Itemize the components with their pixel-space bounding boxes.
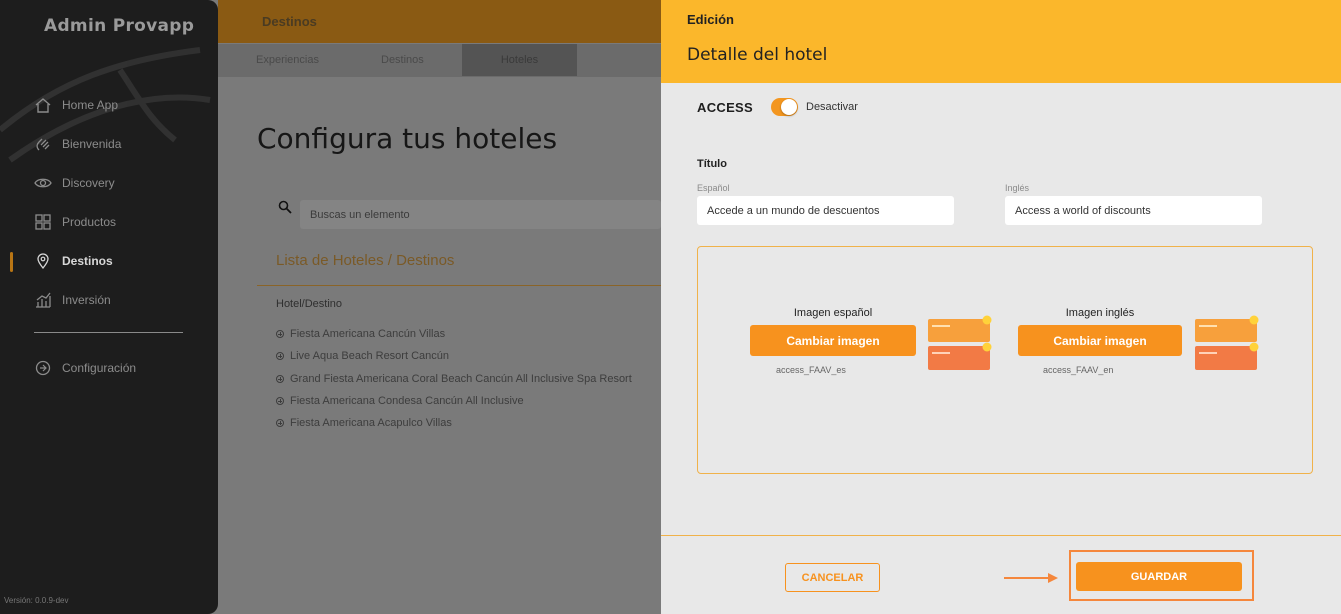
sidebar-item-label: Productos bbox=[62, 215, 117, 229]
expand-icon bbox=[276, 419, 284, 427]
hotel-name: Fiesta Americana Cancún Villas bbox=[290, 328, 446, 340]
sidebar-item-bienvenida[interactable]: Bienvenida bbox=[34, 133, 121, 155]
version-text: Versión: 0.0.9-dev bbox=[4, 596, 69, 605]
hotel-name: Fiesta Americana Condesa Cancún All Incl… bbox=[290, 395, 524, 407]
active-indicator bbox=[10, 252, 13, 272]
column-header: Hotel/Destino bbox=[276, 298, 343, 310]
page-title: Configura tus hoteles bbox=[257, 122, 558, 155]
english-label: Inglés bbox=[1005, 183, 1030, 193]
image-es-title: Imagen español bbox=[793, 307, 873, 319]
section-title: Destinos bbox=[262, 14, 317, 29]
hotel-name: Live Aqua Beach Resort Cancún bbox=[290, 350, 449, 362]
sidebar-item-discovery[interactable]: Discovery bbox=[34, 172, 115, 194]
list-item[interactable]: Fiesta Americana Acapulco Villas bbox=[276, 417, 452, 429]
search-icon bbox=[278, 200, 292, 214]
tab-experiencias[interactable]: Experiencias bbox=[256, 44, 319, 76]
tab-destinos[interactable]: Destinos bbox=[381, 44, 424, 76]
map-pin-icon bbox=[34, 252, 52, 270]
sidebar-item-inversion[interactable]: Inversión bbox=[34, 289, 111, 311]
panel-title: Detalle del hotel bbox=[687, 45, 828, 65]
search-input[interactable]: Buscas un elemento bbox=[300, 200, 661, 229]
access-toggle[interactable] bbox=[771, 98, 798, 116]
arrow-right-icon bbox=[1004, 573, 1058, 583]
spanish-label: Español bbox=[697, 183, 730, 193]
expand-icon bbox=[276, 330, 284, 338]
panel-header: Edición Detalle del hotel bbox=[661, 0, 1341, 83]
sidebar-item-label: Inversión bbox=[62, 293, 111, 307]
edit-panel: Edición Detalle del hotel ACCESS Desacti… bbox=[661, 0, 1341, 614]
change-image-en-button[interactable]: Cambiar imagen bbox=[1018, 325, 1182, 356]
access-label: ACCESS bbox=[697, 100, 753, 115]
panel-kicker: Edición bbox=[687, 12, 734, 27]
sidebar: Admin Provapp Home App Bienvenida Discov… bbox=[0, 0, 218, 614]
settings-icon bbox=[34, 359, 52, 377]
app-brand: Admin Provapp bbox=[44, 16, 195, 36]
list-divider bbox=[257, 285, 661, 286]
list-item[interactable]: Live Aqua Beach Resort Cancún bbox=[276, 350, 449, 362]
sidebar-item-label: Home App bbox=[62, 98, 119, 112]
expand-icon bbox=[276, 397, 284, 405]
image-es-filename: access_FAAV_es bbox=[776, 365, 846, 375]
cancel-button[interactable]: CANCELAR bbox=[785, 563, 880, 592]
image-en-thumbnail bbox=[1195, 315, 1259, 370]
toggle-label: Desactivar bbox=[806, 101, 858, 113]
wave-hand-icon bbox=[34, 135, 52, 153]
expand-icon bbox=[276, 375, 284, 383]
english-title-field[interactable]: Access a world of discounts bbox=[1005, 196, 1262, 225]
title-section-heading: Título bbox=[697, 158, 727, 170]
sidebar-item-label: Configuración bbox=[62, 361, 137, 375]
hotel-name: Grand Fiesta Americana Coral Beach Cancú… bbox=[290, 373, 632, 385]
image-en-filename: access_FAAV_en bbox=[1043, 365, 1114, 375]
grid-icon bbox=[34, 213, 52, 231]
search-placeholder: Buscas un elemento bbox=[310, 209, 410, 221]
sidebar-item-label: Bienvenida bbox=[62, 137, 122, 151]
home-icon bbox=[34, 96, 52, 114]
image-en-title: Imagen inglés bbox=[1065, 307, 1135, 319]
tab-hoteles[interactable]: Hoteles bbox=[462, 44, 577, 76]
list-item[interactable]: Fiesta Americana Condesa Cancún All Incl… bbox=[276, 395, 524, 407]
chart-icon bbox=[34, 291, 52, 309]
footer-divider bbox=[661, 535, 1341, 536]
sidebar-item-configuracion[interactable]: Configuración bbox=[34, 357, 136, 379]
image-es-thumbnail bbox=[928, 315, 992, 370]
save-button[interactable]: GUARDAR bbox=[1076, 562, 1242, 591]
change-image-es-button[interactable]: Cambiar imagen bbox=[750, 325, 916, 356]
expand-icon bbox=[276, 352, 284, 360]
sidebar-item-productos[interactable]: Productos bbox=[34, 211, 116, 233]
sidebar-item-home-app[interactable]: Home App bbox=[34, 94, 118, 116]
sidebar-divider bbox=[34, 332, 183, 333]
list-title: Lista de Hoteles / Destinos bbox=[276, 252, 455, 269]
list-item[interactable]: Grand Fiesta Americana Coral Beach Cancú… bbox=[276, 373, 632, 385]
images-card: Imagen español Cambiar imagen access_FAA… bbox=[697, 246, 1313, 474]
sidebar-item-destinos[interactable]: Destinos bbox=[34, 250, 113, 272]
sidebar-item-label: Destinos bbox=[62, 254, 113, 268]
sidebar-item-label: Discovery bbox=[62, 176, 115, 190]
eye-icon bbox=[34, 174, 52, 192]
list-item[interactable]: Fiesta Americana Cancún Villas bbox=[276, 328, 445, 340]
spanish-title-field[interactable]: Accede a un mundo de descuentos bbox=[697, 196, 954, 225]
toggle-knob bbox=[781, 99, 797, 115]
hotel-name: Fiesta Americana Acapulco Villas bbox=[290, 417, 452, 429]
